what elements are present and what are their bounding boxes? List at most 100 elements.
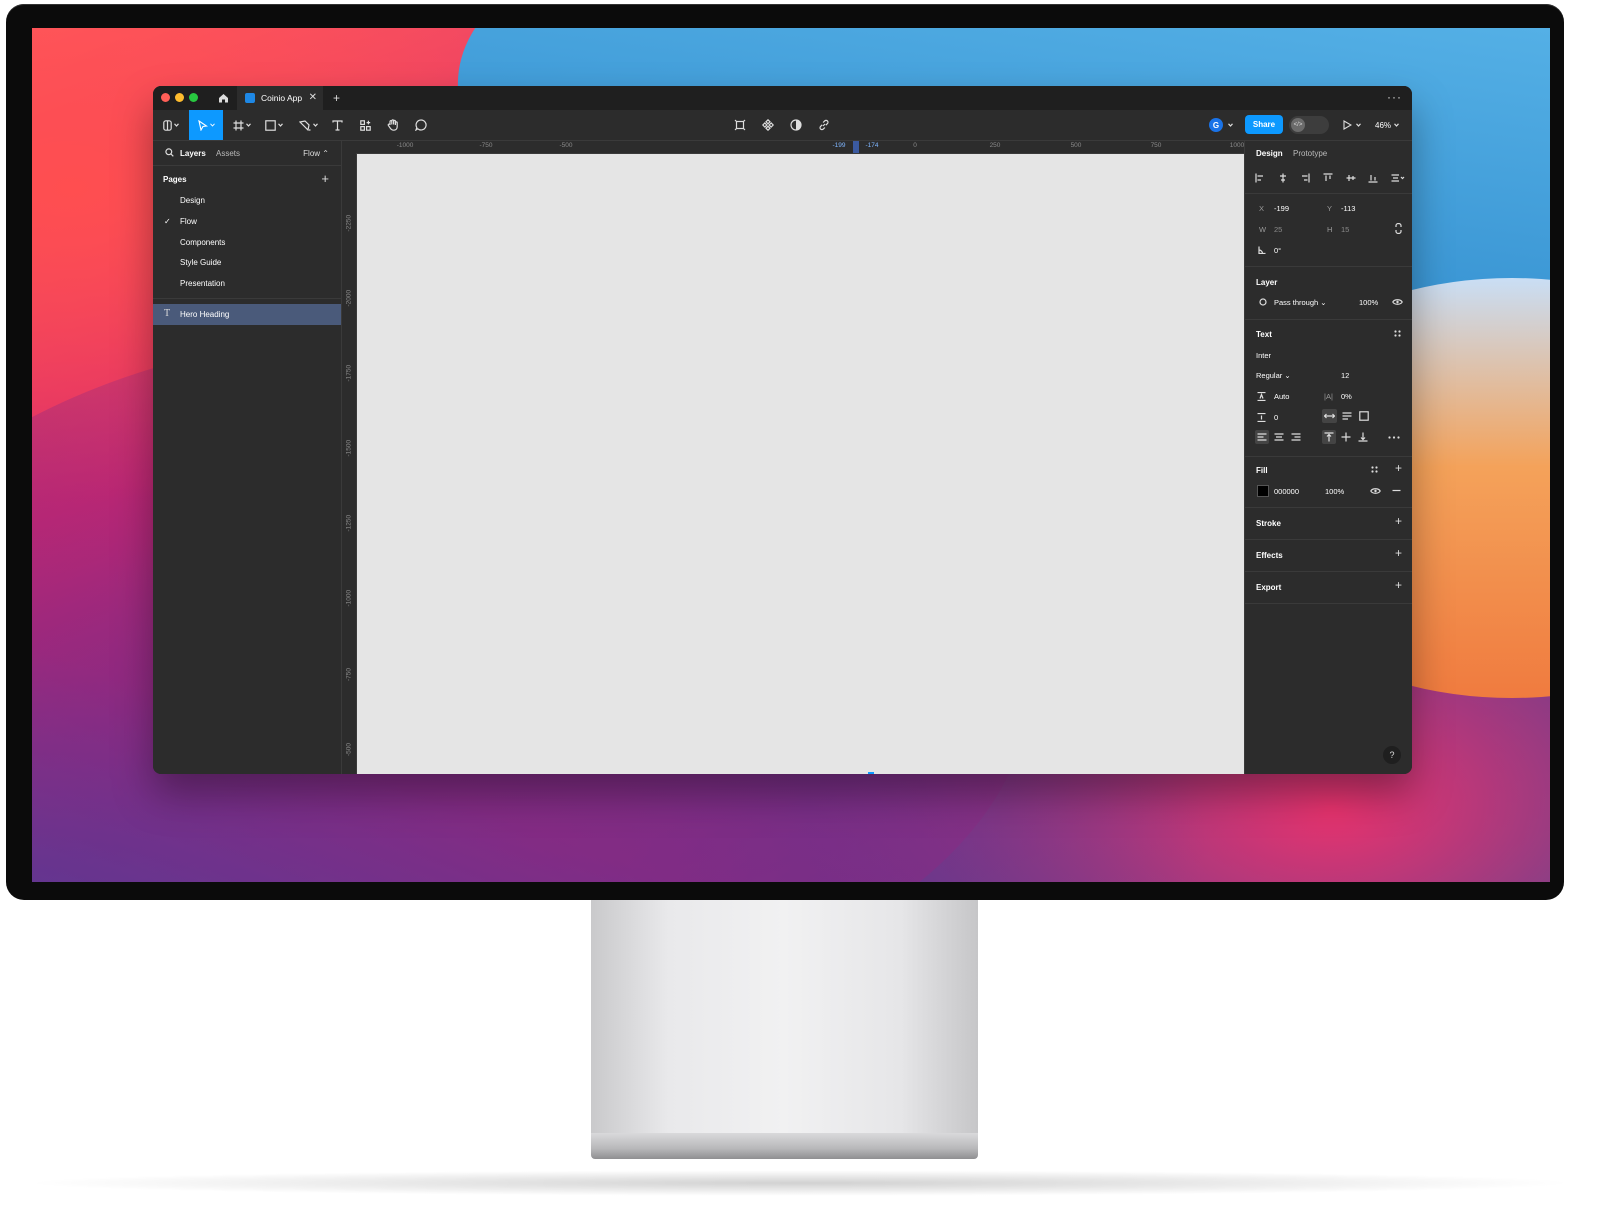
divider <box>1245 319 1412 320</box>
code-icon: </> <box>1291 118 1305 132</box>
add-page-button[interactable]: + <box>321 171 329 186</box>
divider <box>1245 571 1412 572</box>
page-item-flow[interactable]: Flow <box>180 217 197 226</box>
right-sidebar: Design Prototype X -199 Y -113 W 25 H 15… <box>1244 141 1412 774</box>
pen-tool-button[interactable] <box>295 110 321 140</box>
share-button[interactable]: Share <box>1245 115 1283 134</box>
vertical-align-top-button[interactable] <box>1322 430 1336 444</box>
fill-color-swatch[interactable] <box>1257 485 1269 497</box>
page-item-components[interactable]: Components <box>180 238 225 247</box>
frame-tool-button[interactable] <box>229 110 255 140</box>
tab-prototype[interactable]: Prototype <box>1293 149 1327 158</box>
comment-tool-button[interactable] <box>412 110 430 140</box>
remove-fill-icon[interactable] <box>1392 489 1401 492</box>
page-dropdown[interactable]: Flow ⌃ <box>303 149 329 158</box>
home-icon[interactable] <box>211 86 235 110</box>
move-tool-button[interactable] <box>189 110 223 140</box>
distribute-icon[interactable] <box>1391 173 1405 183</box>
mask-button[interactable] <box>787 110 805 140</box>
blend-mode-dropdown[interactable]: Pass through ⌄ <box>1274 298 1327 307</box>
help-button[interactable]: ? <box>1383 746 1401 764</box>
more-icon[interactable] <box>1388 436 1400 439</box>
constrain-proportions-icon[interactable] <box>1395 223 1402 234</box>
ruler-tick-label: -1750 <box>345 364 353 382</box>
close-tab-icon[interactable]: ✕ <box>309 92 317 103</box>
paragraph-spacing-input[interactable]: 0 <box>1274 413 1278 422</box>
add-stroke-button[interactable]: + <box>1395 514 1402 528</box>
align-left-icon[interactable] <box>1255 173 1265 183</box>
main-menu-button[interactable] <box>159 110 183 140</box>
figma-window: Coinio App ✕ + ··· G Share </> 46% Layer… <box>153 86 1412 774</box>
page-item-presentation[interactable]: Presentation <box>180 279 225 288</box>
rotation-input[interactable]: 0° <box>1274 246 1281 255</box>
fill-hex-input[interactable]: 000000 <box>1274 487 1299 496</box>
letter-spacing-icon: |A| <box>1324 392 1333 401</box>
add-export-button[interactable]: + <box>1395 578 1402 592</box>
align-center-horizontal-icon[interactable] <box>1278 173 1288 183</box>
page-item-style-guide[interactable]: Style Guide <box>180 258 221 267</box>
text-align-left-button[interactable] <box>1255 430 1269 444</box>
maximize-window-button[interactable] <box>189 93 198 102</box>
file-icon <box>245 93 255 103</box>
auto-width-button[interactable] <box>1322 409 1337 423</box>
hand-tool-button[interactable] <box>384 110 402 140</box>
design-canvas[interactable] <box>357 154 1244 774</box>
layer-item-hero-heading[interactable]: T Hero Heading <box>153 304 341 325</box>
close-window-button[interactable] <box>161 93 170 102</box>
link-button[interactable] <box>815 110 833 140</box>
ruler-tick-label: 500 <box>1070 142 1082 149</box>
chevron-down-icon[interactable] <box>1228 123 1233 127</box>
eye-icon[interactable] <box>1392 298 1403 306</box>
vertical-ruler: -2250 -2000 -1750 -1500 -1250 -1000 -750… <box>342 153 357 774</box>
dev-mode-toggle[interactable]: </> <box>1289 116 1329 134</box>
effects-section-heading: Effects <box>1256 551 1283 560</box>
user-avatar[interactable]: G <box>1209 118 1223 132</box>
font-weight-dropdown[interactable]: Regular ⌄ <box>1256 371 1291 380</box>
text-align-right-icon[interactable] <box>1291 433 1301 441</box>
page-item-design[interactable]: Design <box>180 196 205 205</box>
new-tab-button[interactable]: + <box>333 91 340 105</box>
height-input[interactable]: 15 <box>1341 225 1349 234</box>
document-tab[interactable]: Coinio App ✕ <box>237 86 323 110</box>
add-effect-button[interactable]: + <box>1395 546 1402 560</box>
fixed-size-icon[interactable] <box>1359 411 1369 421</box>
contrast-icon <box>790 119 802 131</box>
tab-design[interactable]: Design <box>1256 149 1283 158</box>
align-right-icon[interactable] <box>1300 173 1310 183</box>
tab-assets[interactable]: Assets <box>216 149 240 158</box>
font-family-dropdown[interactable]: Inter <box>1256 351 1271 360</box>
align-bottom-icon[interactable] <box>1368 173 1378 183</box>
search-icon[interactable] <box>165 148 174 157</box>
eye-icon[interactable] <box>1370 487 1381 495</box>
shape-tool-button[interactable] <box>261 110 287 140</box>
more-icon[interactable]: ··· <box>1387 90 1402 104</box>
monitor-shadow <box>20 1170 1580 1196</box>
y-input[interactable]: -113 <box>1341 204 1355 213</box>
width-input[interactable]: 25 <box>1274 225 1282 234</box>
present-button[interactable] <box>1343 110 1361 140</box>
zoom-dropdown[interactable]: 46% <box>1375 110 1399 140</box>
align-middle-vertical-icon[interactable] <box>1346 173 1356 183</box>
layer-opacity-input[interactable]: 100% <box>1359 298 1378 307</box>
fill-styles-icon[interactable] <box>1371 466 1378 473</box>
ruler-tick-label: 750 <box>1150 142 1162 149</box>
stroke-section-heading: Stroke <box>1256 519 1281 528</box>
x-input[interactable]: -199 <box>1274 204 1289 213</box>
font-size-input[interactable]: 12 <box>1341 371 1349 380</box>
vertical-align-bottom-icon[interactable] <box>1358 432 1368 442</box>
align-top-icon[interactable] <box>1323 173 1333 183</box>
resources-button[interactable] <box>356 110 374 140</box>
text-tool-button[interactable] <box>328 110 346 140</box>
tab-layers[interactable]: Layers <box>180 149 206 158</box>
vertical-align-middle-icon[interactable] <box>1341 432 1351 442</box>
minimize-window-button[interactable] <box>175 93 184 102</box>
auto-height-icon[interactable] <box>1342 412 1352 420</box>
crop-frame-button[interactable] <box>731 110 749 140</box>
text-styles-icon[interactable] <box>1394 330 1401 337</box>
line-height-input[interactable]: Auto <box>1274 392 1289 401</box>
add-fill-button[interactable]: + <box>1395 461 1402 475</box>
create-component-button[interactable] <box>759 110 777 140</box>
letter-spacing-input[interactable]: 0% <box>1341 392 1352 401</box>
text-align-center-icon[interactable] <box>1274 433 1284 441</box>
fill-opacity-input[interactable]: 100% <box>1325 487 1344 496</box>
